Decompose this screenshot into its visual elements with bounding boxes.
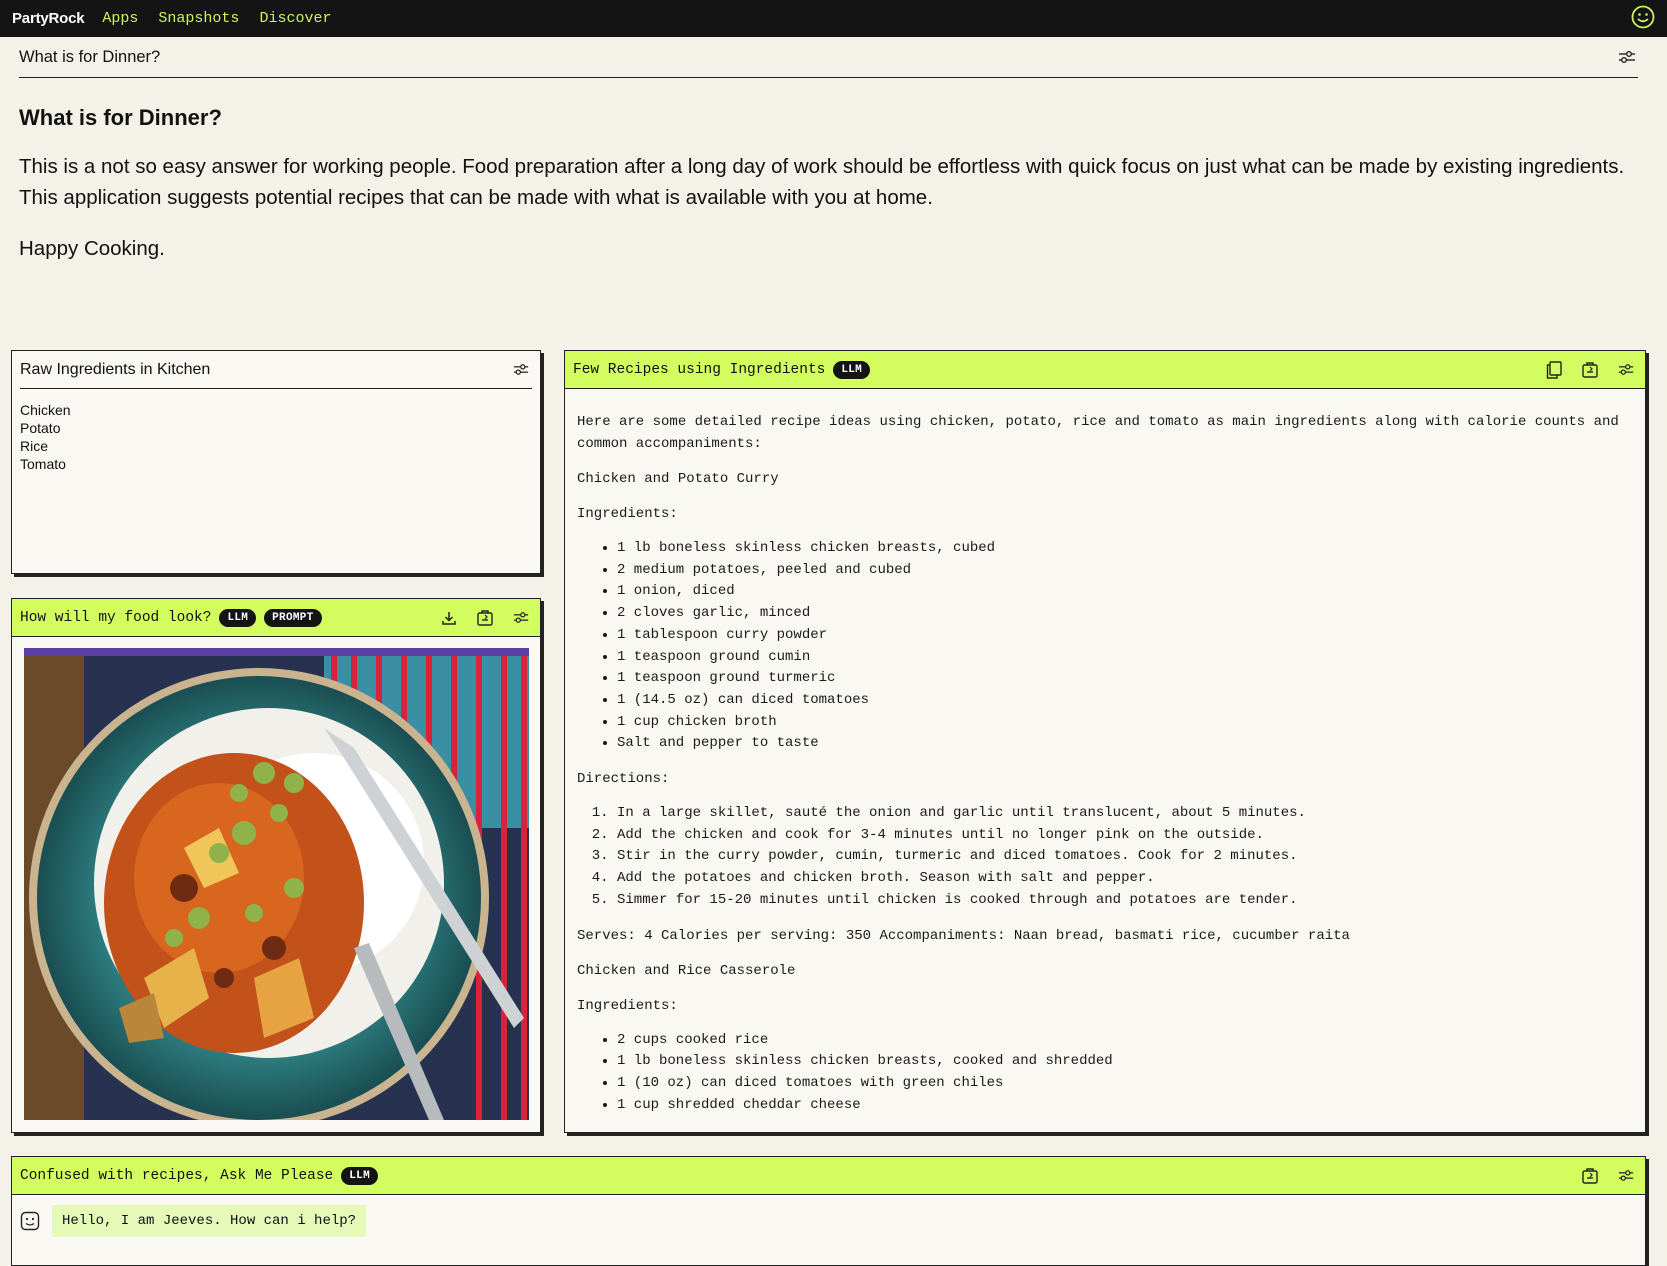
ingredients-list: 1 lb boneless skinless chicken breasts, … <box>577 538 1633 755</box>
nav-link-apps[interactable]: Apps <box>102 10 138 27</box>
list-item: 2 cups cooked rice <box>617 1030 1633 1052</box>
nav-link-snapshots[interactable]: Snapshots <box>158 10 239 27</box>
settings-sliders-icon[interactable] <box>1616 46 1638 68</box>
widget-header: Few Recipes using Ingredients LLM <box>565 351 1645 389</box>
intro-paragraph: This is a not so easy answer for working… <box>19 155 1625 209</box>
llm-badge: LLM <box>341 1166 378 1185</box>
smiley-face-icon[interactable] <box>1631 5 1655 29</box>
ingredients-label: Ingredients: <box>577 997 678 1014</box>
chat-widget: Confused with recipes, Ask Me Please LLM… <box>11 1156 1646 1266</box>
settings-sliders-icon[interactable] <box>510 359 532 381</box>
intro-heading: What is for Dinner? <box>19 105 222 130</box>
app-title-bar: What is for Dinner? <box>19 37 1638 78</box>
snapshot-icon[interactable] <box>474 607 496 629</box>
list-item: Add the chicken and cook for 3-4 minutes… <box>617 825 1633 847</box>
settings-sliders-icon[interactable] <box>1615 1165 1637 1187</box>
widget-title: How will my food look? <box>20 609 212 626</box>
snapshot-icon[interactable] <box>1579 1165 1601 1187</box>
chat-bubble: Hello, I am Jeeves. How can i help? <box>52 1205 367 1237</box>
recipe-title: Chicken and Potato Curry <box>577 471 779 487</box>
list-item: 1 teaspoon ground cumin <box>617 647 1633 669</box>
list-item: 1 tablespoon curry powder <box>617 625 1633 647</box>
llm-badge: LLM <box>219 608 257 627</box>
list-item: Add the potatoes and chicken broth. Seas… <box>617 868 1633 890</box>
top-nav: PartyRock Apps Snapshots Discover <box>0 0 1667 37</box>
raw-ingredients-widget: Raw Ingredients in Kitchen Chicken Potat… <box>11 350 541 574</box>
list-item: 1 lb boneless skinless chicken breasts, … <box>617 1051 1633 1073</box>
list-item: Salt and pepper to taste <box>617 733 1633 755</box>
list-item: 1 cup chicken broth <box>617 712 1633 734</box>
directions-list: In a large skillet, sauté the onion and … <box>577 803 1633 912</box>
serves-info: Serves: 4 Calories per serving: 350 Acco… <box>577 927 1350 944</box>
llm-badge: LLM <box>833 360 871 379</box>
ingredients-textarea[interactable]: Chicken Potato Rice Tomato <box>12 389 540 485</box>
recipe-title: Chicken and Rice Casserole <box>577 962 796 979</box>
list-item: 1 onion, diced <box>617 581 1633 603</box>
widget-title: Few Recipes using Ingredients <box>573 361 826 378</box>
ingredients-list: 2 cups cooked rice 1 lb boneless skinles… <box>577 1030 1633 1117</box>
food-image-widget: How will my food look? LLM PROMPT <box>11 598 541 1133</box>
widget-header: How will my food look? LLM PROMPT <box>12 599 540 637</box>
brand-logo[interactable]: PartyRock <box>12 10 85 27</box>
list-item: Rice <box>20 438 49 454</box>
list-item: Chicken <box>20 402 71 418</box>
app-title: What is for Dinner? <box>19 47 161 66</box>
recipe-output: Here are some detailed recipe ideas usin… <box>565 389 1645 1116</box>
widget-header: Confused with recipes, Ask Me Please LLM <box>12 1157 1645 1195</box>
widget-title: Confused with recipes, Ask Me Please <box>20 1167 334 1184</box>
settings-sliders-icon[interactable] <box>1615 359 1637 381</box>
widget-header: Raw Ingredients in Kitchen <box>20 351 532 389</box>
ingredients-label: Ingredients: <box>577 506 678 522</box>
list-item: 1 cup shredded cheddar cheese <box>617 1095 1633 1117</box>
recipes-widget: Few Recipes using Ingredients LLM Here a… <box>564 350 1646 1133</box>
nav-link-discover[interactable]: Discover <box>259 10 331 27</box>
list-item: 1 lb boneless skinless chicken breasts, … <box>617 538 1633 560</box>
list-item: 2 cloves garlic, minced <box>617 603 1633 625</box>
generated-food-image <box>24 648 529 1120</box>
list-item: 2 medium potatoes, peeled and cubed <box>617 560 1633 582</box>
copy-icon[interactable] <box>1543 359 1565 381</box>
list-item: 1 teaspoon ground turmeric <box>617 668 1633 690</box>
directions-label: Directions: <box>577 771 670 788</box>
list-item: Tomato <box>20 456 66 472</box>
prompt-badge[interactable]: PROMPT <box>264 608 322 627</box>
settings-sliders-icon[interactable] <box>510 607 532 629</box>
snapshot-icon[interactable] <box>1579 359 1601 381</box>
list-item: 1 (10 oz) can diced tomatoes with green … <box>617 1073 1633 1095</box>
app-description: What is for Dinner? This is a not so eas… <box>19 105 1639 284</box>
widget-title: Raw Ingredients in Kitchen <box>20 360 211 378</box>
intro-closing: Happy Cooking. <box>19 237 165 260</box>
list-item: In a large skillet, sauté the onion and … <box>617 803 1633 825</box>
chat-message: Hello, I am Jeeves. How can i help? <box>12 1195 1645 1247</box>
recipe-intro: Here are some detailed recipe ideas usin… <box>577 414 1619 452</box>
download-icon[interactable] <box>438 607 460 629</box>
list-item: Potato <box>20 420 61 436</box>
bot-face-icon <box>20 1211 40 1231</box>
list-item: Stir in the curry powder, cumin, turmeri… <box>617 846 1633 868</box>
list-item: Simmer for 15-20 minutes until chicken i… <box>617 890 1633 912</box>
list-item: 1 (14.5 oz) can diced tomatoes <box>617 690 1633 712</box>
